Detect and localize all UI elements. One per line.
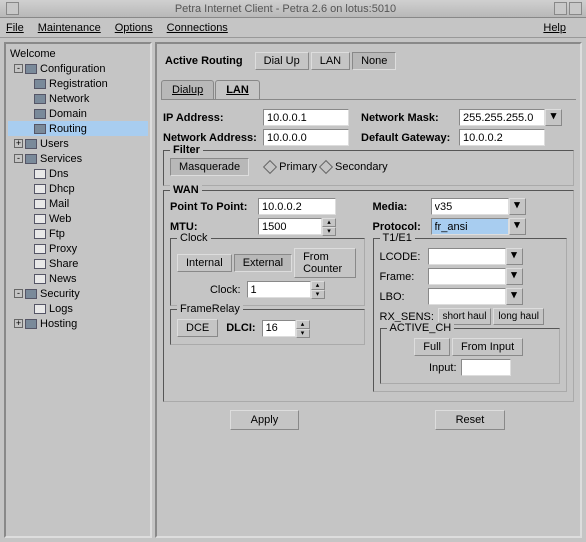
ptp-input[interactable] [258, 198, 336, 215]
apply-button[interactable]: Apply [230, 410, 300, 430]
menubar: File Maintenance Options Connections Hel… [0, 18, 586, 38]
media-dropdown-icon[interactable]: ▾ [509, 198, 526, 215]
from-input-button[interactable]: From Input [452, 338, 523, 356]
tree-configuration[interactable]: -Configuration [8, 61, 148, 76]
netaddr-label: Network Address: [163, 132, 263, 144]
protocol-dropdown-icon[interactable]: ▾ [509, 218, 526, 235]
dlci-input[interactable] [262, 320, 296, 337]
active-ch-group: ACTIVE_CH FullFrom Input Input: [380, 328, 561, 384]
clock-spinner[interactable]: ▴▾ [311, 281, 325, 298]
tree-services[interactable]: -Services [8, 151, 148, 166]
protocol-label: Protocol: [373, 221, 431, 233]
tree-sidebar: Welcome -Configuration Registration Netw… [4, 42, 152, 538]
secondary-radio[interactable] [319, 160, 333, 174]
menu-connections[interactable]: Connections [167, 22, 228, 34]
tree-ftp[interactable]: Ftp [8, 226, 148, 241]
reset-button[interactable]: Reset [435, 410, 506, 430]
protocol-input[interactable] [431, 218, 509, 235]
tree-logs[interactable]: Logs [8, 301, 148, 316]
ip-label: IP Address: [163, 112, 263, 124]
lan-button[interactable]: LAN [311, 52, 350, 70]
dialup-button[interactable]: Dial Up [255, 52, 309, 70]
clock-internal[interactable]: Internal [177, 254, 232, 272]
frame-dropdown-icon[interactable]: ▾ [506, 268, 523, 285]
mask-label: Network Mask: [361, 112, 459, 124]
mask-dropdown-icon[interactable]: ▾ [545, 109, 562, 126]
menu-maintenance[interactable]: Maintenance [38, 22, 101, 34]
minimize-icon[interactable] [554, 2, 567, 15]
tree-share[interactable]: Share [8, 256, 148, 271]
filter-title: Filter [170, 144, 203, 156]
tree-dns[interactable]: Dns [8, 166, 148, 181]
mtu-spinner[interactable]: ▴▾ [322, 218, 336, 235]
tree-dhcp[interactable]: Dhcp [8, 181, 148, 196]
framerelay-group: FrameRelay DCE DLCI: ▴▾ [170, 309, 365, 345]
tree-users[interactable]: +Users [8, 136, 148, 151]
active-routing-label: Active Routing [165, 55, 243, 67]
clock-fromcounter[interactable]: From Counter [294, 248, 355, 278]
lbo-dropdown-icon[interactable]: ▾ [506, 288, 523, 305]
tree-mail[interactable]: Mail [8, 196, 148, 211]
content-panel: Active Routing Dial Up LAN None Dialup L… [155, 42, 582, 538]
clock-input[interactable] [247, 281, 311, 298]
gw-label: Default Gateway: [361, 132, 459, 144]
primary-radio[interactable] [263, 160, 277, 174]
menu-options[interactable]: Options [115, 22, 153, 34]
lbo-input[interactable] [428, 288, 506, 305]
mtu-input[interactable] [258, 218, 322, 235]
tree-web[interactable]: Web [8, 211, 148, 226]
dce-button[interactable]: DCE [177, 319, 218, 337]
ptp-label: Point To Point: [170, 201, 258, 213]
activech-input[interactable] [461, 359, 511, 376]
lcode-dropdown-icon[interactable]: ▾ [506, 248, 523, 265]
mtu-label: MTU: [170, 221, 258, 233]
wan-title: WAN [170, 184, 202, 196]
titlebar: Petra Internet Client - Petra 2.6 on lot… [0, 0, 586, 18]
frame-input[interactable] [428, 268, 506, 285]
gw-input[interactable] [459, 129, 545, 146]
t1e1-group: T1/E1 LCODE:▾ Frame:▾ LBO:▾ RX_SENS:shor… [373, 238, 568, 392]
mask-input[interactable] [459, 109, 545, 126]
maximize-icon[interactable] [569, 2, 582, 15]
lcode-input[interactable] [428, 248, 506, 265]
clock-external[interactable]: External [234, 254, 292, 272]
media-input[interactable] [431, 198, 509, 215]
tree-hosting[interactable]: +Hosting [8, 316, 148, 331]
tree-domain[interactable]: Domain [8, 106, 148, 121]
full-button[interactable]: Full [414, 338, 450, 356]
tree-welcome[interactable]: Welcome [8, 46, 148, 61]
tree-news[interactable]: News [8, 271, 148, 286]
media-label: Media: [373, 201, 431, 213]
tab-dialup[interactable]: Dialup [161, 80, 214, 99]
tree-security[interactable]: -Security [8, 286, 148, 301]
ip-input[interactable] [263, 109, 349, 126]
menu-file[interactable]: File [6, 22, 24, 34]
tab-lan[interactable]: LAN [215, 80, 260, 99]
tree-routing[interactable]: Routing [8, 121, 148, 136]
window-title: Petra Internet Client - Petra 2.6 on lot… [19, 3, 552, 15]
tree-proxy[interactable]: Proxy [8, 241, 148, 256]
clock-group: Clock Internal External From Counter Clo… [170, 238, 365, 306]
window-menu-icon[interactable] [6, 2, 19, 15]
long-haul-button[interactable]: long haul [493, 308, 544, 325]
netaddr-input[interactable] [263, 129, 349, 146]
none-button[interactable]: None [352, 52, 396, 70]
tree-registration[interactable]: Registration [8, 76, 148, 91]
menu-help[interactable]: Help [543, 22, 566, 34]
filter-group: Filter Masquerade Primary Secondary [163, 150, 574, 186]
wan-group: WAN Point To Point: MTU:▴▾ Clock Interna… [163, 190, 574, 402]
masquerade-button[interactable]: Masquerade [170, 158, 249, 176]
tree-network[interactable]: Network [8, 91, 148, 106]
dlci-spinner[interactable]: ▴▾ [296, 320, 310, 337]
